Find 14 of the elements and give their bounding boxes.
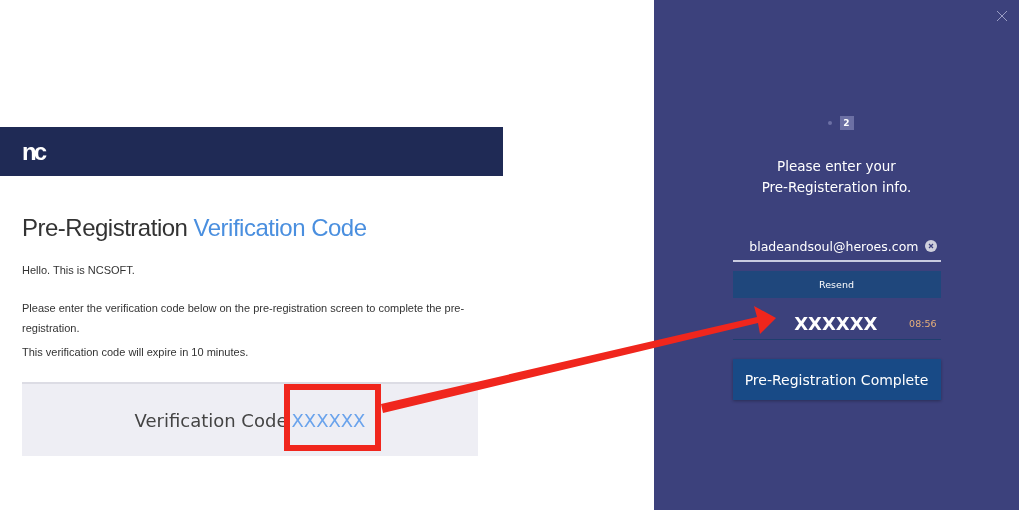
resend-button[interactable]: Resend bbox=[732, 271, 941, 298]
instruction-text: Please enter the verification code below on the pre-registration screen to complete the pre-registration. bbox=[22, 301, 466, 336]
close-icon[interactable] bbox=[996, 10, 1008, 22]
complete-button[interactable]: Pre-Registration Complete bbox=[732, 359, 941, 400]
dialog-heading: Please enter your Pre-Registeration info. bbox=[761, 157, 912, 197]
countdown-timer: 08:56 bbox=[909, 317, 937, 329]
email-field[interactable]: bladeandsoul@heroes.com bbox=[732, 232, 941, 262]
step-indicator: 2 bbox=[839, 116, 854, 130]
logo: nc bbox=[22, 139, 44, 164]
verification-code: XXXXXX bbox=[291, 409, 366, 431]
email-title: Pre-Registration Verification Code bbox=[22, 214, 368, 242]
greeting-text: Hello. This is NCSOFT. bbox=[22, 263, 136, 278]
instruction-text: This verification code will expire in 10 minutes. bbox=[22, 345, 250, 360]
clear-icon[interactable] bbox=[924, 240, 937, 252]
